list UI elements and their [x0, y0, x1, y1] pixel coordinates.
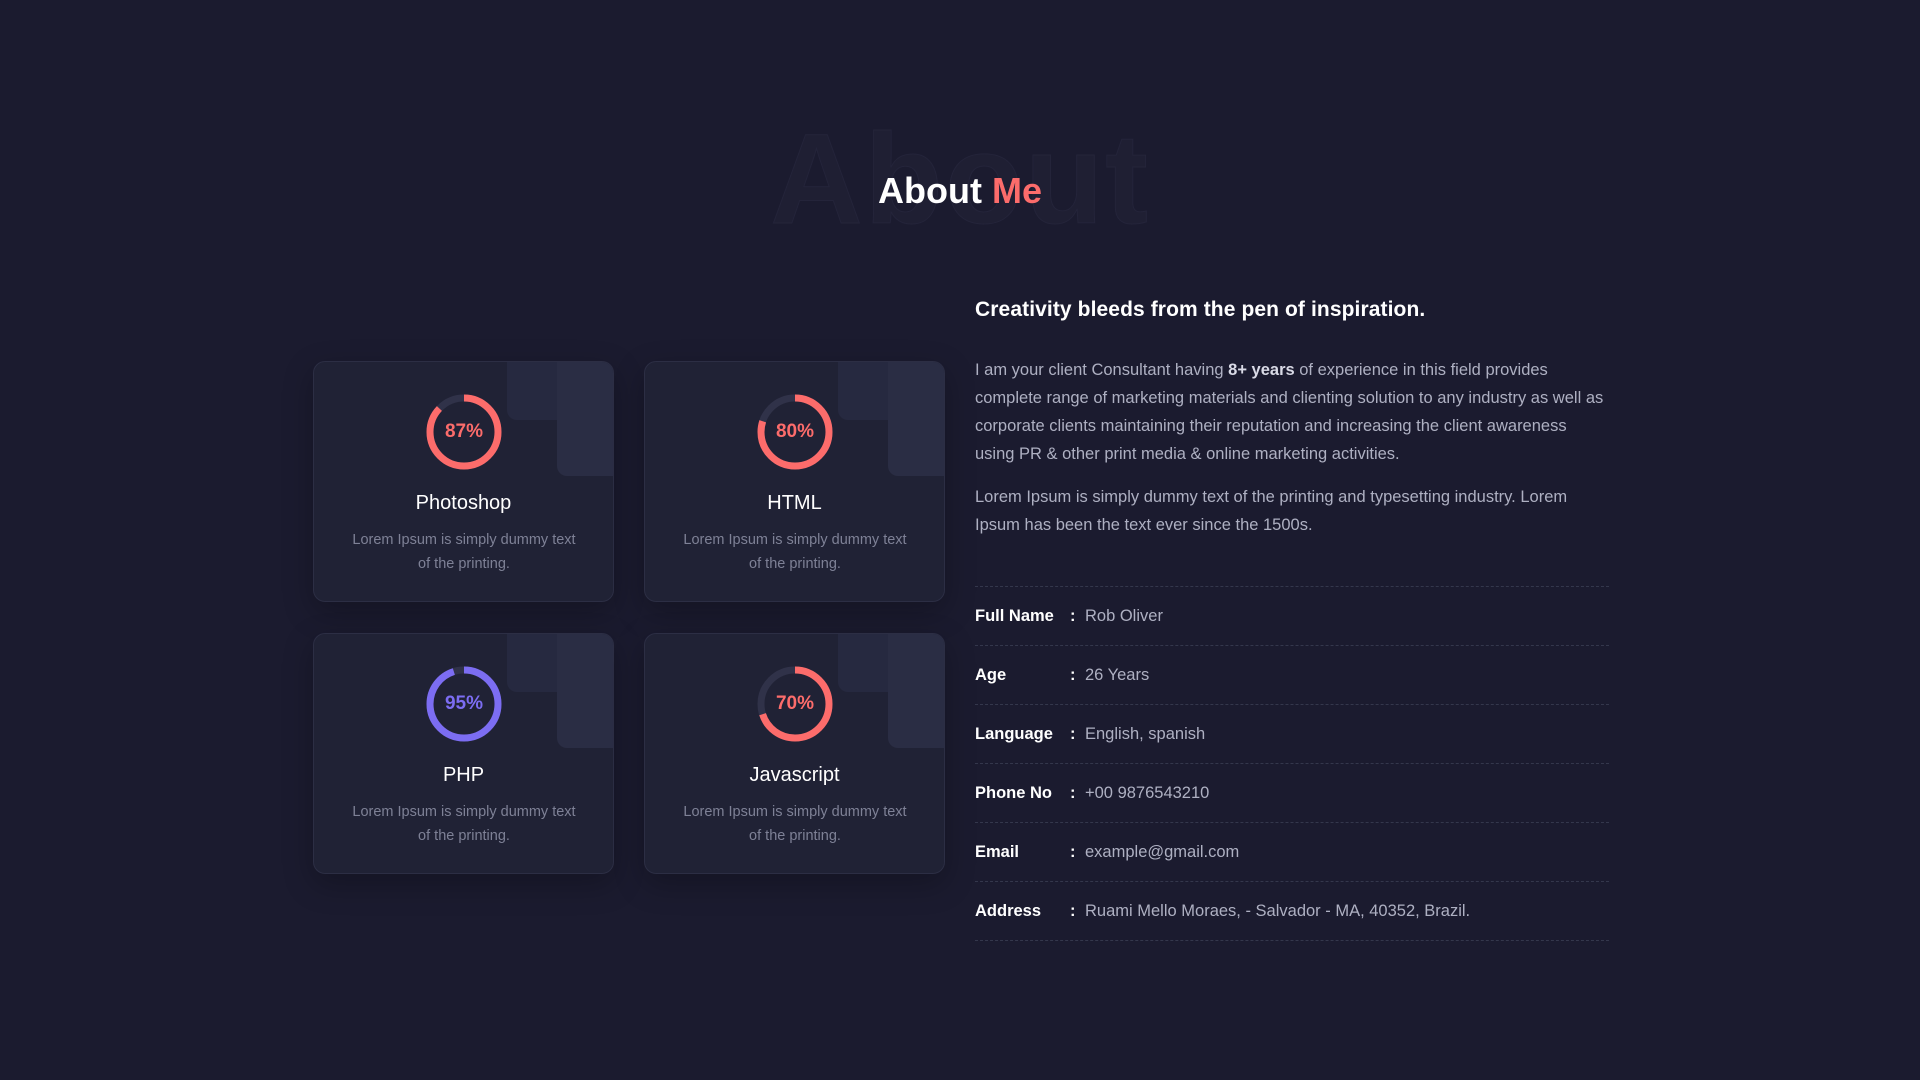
about-paragraph-1: I am your client Consultant having 8+ ye… [975, 356, 1609, 468]
detail-value: Ruami Mello Moraes, - Salvador - MA, 403… [1085, 901, 1471, 920]
skill-name: HTML [767, 492, 822, 514]
detail-row-language: Language : English, spanish [975, 705, 1609, 764]
skill-description: Lorem Ipsum is simply dummy text of the … [352, 532, 576, 572]
detail-value: 26 Years [1085, 665, 1150, 684]
card-decoration [888, 362, 944, 476]
skill-progress-ring: 80% [755, 392, 835, 472]
skill-percent-label: 70% [775, 693, 815, 714]
detail-label: Age [975, 665, 1007, 684]
section-title: About Me [0, 170, 1920, 212]
skill-progress-ring: 87% [424, 392, 504, 472]
about-paragraph-2: Lorem Ipsum is simply dummy text of the … [975, 488, 1568, 534]
detail-row-phone: Phone No : +00 9876543210 [975, 764, 1609, 823]
about-tagline: Creativity bleeds from the pen of inspir… [975, 298, 1426, 321]
skill-progress-ring: 95% [424, 664, 504, 744]
skill-description: Lorem Ipsum is simply dummy text of the … [683, 804, 907, 844]
experience-highlight: 8+ years [1228, 361, 1295, 379]
card-decoration [557, 362, 613, 476]
detail-separator: : [1070, 901, 1076, 920]
detail-row-full-name: Full Name : Rob Oliver [975, 587, 1609, 646]
about-info: Creativity bleeds from the pen of inspir… [975, 290, 1609, 941]
skill-card-photoshop: 87% Photoshop Lorem Ipsum is simply dumm… [313, 361, 614, 602]
skill-card-php: 95% PHP Lorem Ipsum is simply dummy text… [313, 633, 614, 874]
section-header: About About Me [0, 115, 1920, 244]
detail-label: Language [975, 724, 1053, 743]
skill-name: Javascript [749, 764, 840, 786]
skill-name: Photoshop [415, 492, 512, 514]
detail-separator: : [1070, 783, 1076, 802]
skill-progress-ring: 70% [755, 664, 835, 744]
detail-label: Address [975, 901, 1042, 920]
detail-row-email: Email : example@gmail.com [975, 823, 1609, 882]
card-decoration [888, 634, 944, 748]
skill-cards-grid: 87% Photoshop Lorem Ipsum is simply dumm… [313, 361, 945, 874]
detail-value[interactable]: example@gmail.com [1085, 843, 1239, 862]
detail-label: Email [975, 842, 1020, 861]
detail-separator: : [1070, 606, 1076, 625]
detail-row-address: Address : Ruami Mello Moraes, - Salvador… [975, 882, 1609, 941]
section-title-main: About [878, 170, 982, 211]
skill-name: PHP [442, 764, 485, 786]
detail-separator: : [1070, 724, 1076, 743]
skill-percent-label: 87% [444, 421, 484, 442]
detail-separator: : [1070, 665, 1076, 684]
detail-label: Phone No [975, 783, 1052, 802]
skill-description: Lorem Ipsum is simply dummy text of the … [352, 804, 576, 844]
skill-card-html: 80% HTML Lorem Ipsum is simply dummy tex… [644, 361, 945, 602]
card-decoration [557, 634, 613, 748]
personal-details-list: Full Name : Rob Oliver Age : 26 Years La… [975, 586, 1609, 941]
skill-percent-label: 95% [444, 693, 484, 714]
skill-card-javascript: 70% Javascript Lorem Ipsum is simply dum… [644, 633, 945, 874]
skill-percent-label: 80% [775, 421, 815, 442]
detail-value: English, spanish [1085, 724, 1206, 743]
detail-label: Full Name [975, 606, 1054, 625]
paragraph-text: I am your client Consultant having [975, 361, 1229, 379]
detail-row-age: Age : 26 Years [975, 646, 1609, 705]
detail-value[interactable]: +00 9876543210 [1085, 784, 1209, 803]
detail-value: Rob Oliver [1085, 606, 1163, 625]
detail-separator: : [1070, 842, 1076, 861]
section-title-accent: Me [991, 170, 1042, 211]
skill-description: Lorem Ipsum is simply dummy text of the … [683, 532, 907, 572]
